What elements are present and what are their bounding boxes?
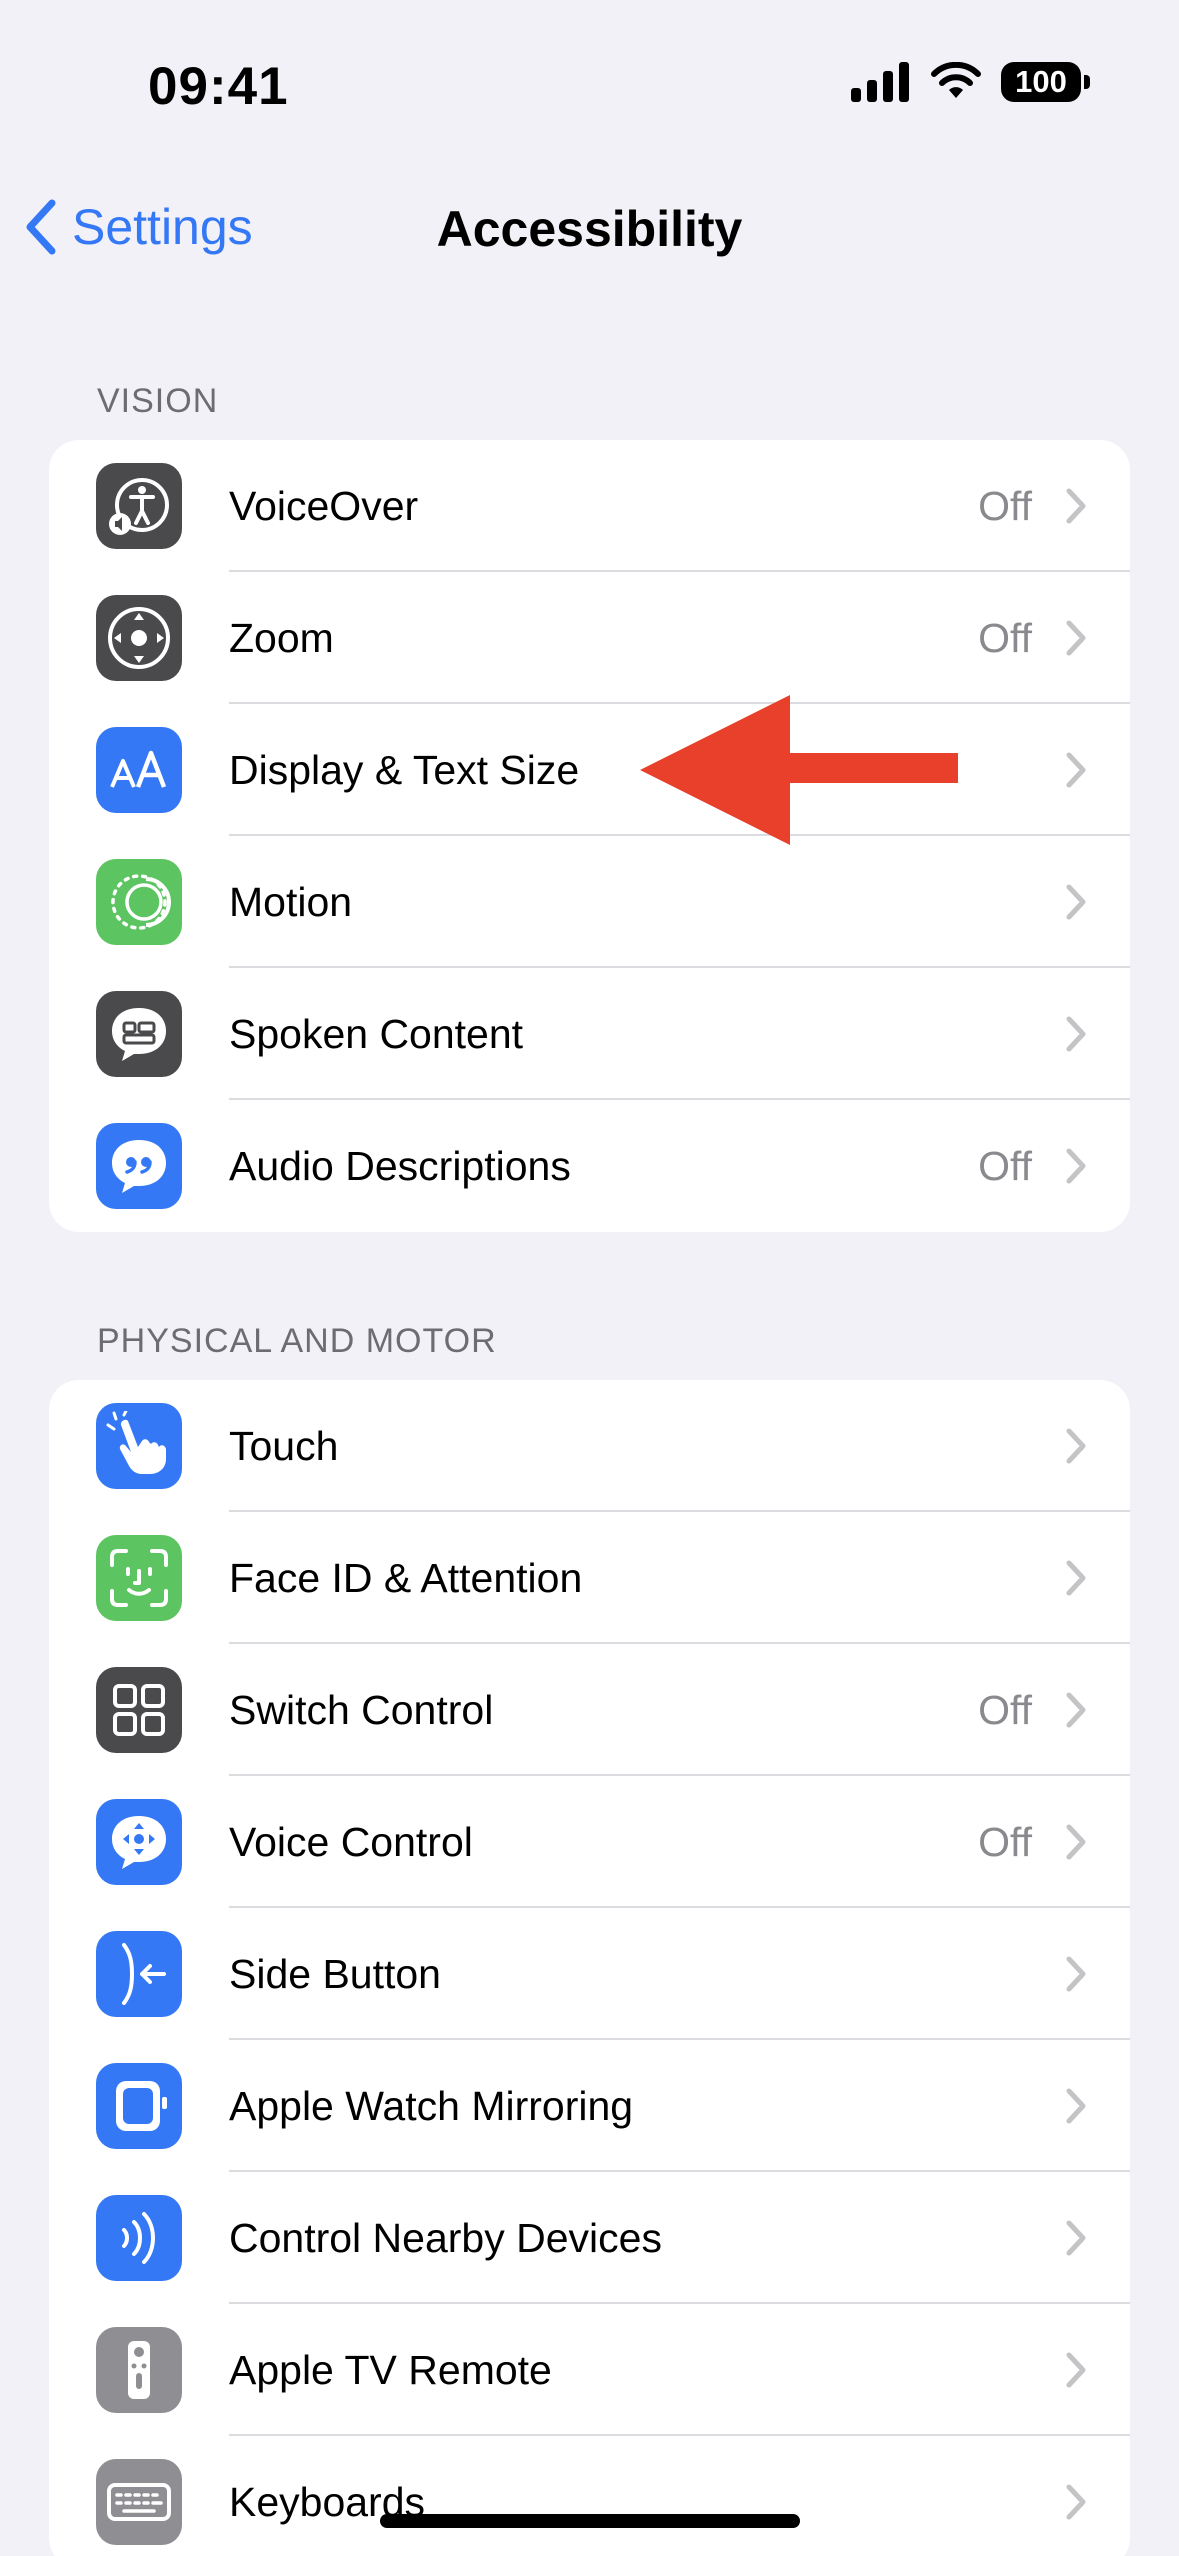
motion-icon xyxy=(96,859,182,945)
side-button-icon xyxy=(96,1931,182,2017)
status-time: 09:41 xyxy=(148,57,289,116)
battery-level: 100 xyxy=(1015,64,1067,99)
settings-row-label: Voice Control xyxy=(229,1818,473,1865)
cellular-signal-icon xyxy=(851,62,909,102)
chevron-right-icon xyxy=(1066,1428,1086,1464)
voiceover-icon xyxy=(96,463,182,549)
chevron-right-icon xyxy=(1066,1016,1086,1052)
settings-row-label: Apple Watch Mirroring xyxy=(229,2082,634,2129)
chevron-right-icon xyxy=(1066,2088,1086,2124)
settings-row-apple-tv-remote[interactable]: Apple TV Remote xyxy=(49,2304,1130,2436)
chevron-right-icon xyxy=(1066,884,1086,920)
chevron-right-icon xyxy=(1066,752,1086,788)
settings-row-label: Audio Descriptions xyxy=(229,1142,571,1189)
battery-indicator: 100 xyxy=(1001,62,1090,102)
chevron-right-icon xyxy=(1066,1560,1086,1596)
section-header-vision: VISION xyxy=(97,382,219,420)
chevron-right-icon xyxy=(1066,488,1086,524)
settings-row-control-nearby-devices[interactable]: Control Nearby Devices xyxy=(49,2172,1130,2304)
spoken-content-icon xyxy=(96,991,182,1077)
chevron-right-icon xyxy=(1066,2352,1086,2388)
audio-descriptions-icon xyxy=(96,1123,182,1209)
settings-row-value: Off xyxy=(978,1818,1032,1865)
chevron-right-icon xyxy=(1066,620,1086,656)
settings-row-value: Off xyxy=(978,1142,1032,1189)
section-header-physical-motor: PHYSICAL AND MOTOR xyxy=(97,1322,497,1360)
chevron-right-icon xyxy=(1066,2220,1086,2256)
annotation-arrow xyxy=(640,695,958,845)
settings-row-label: Side Button xyxy=(229,1950,441,1997)
chevron-right-icon xyxy=(1066,2484,1086,2520)
settings-row-voiceover[interactable]: VoiceOver Off xyxy=(49,440,1130,572)
home-indicator[interactable] xyxy=(380,2514,800,2528)
settings-row-motion[interactable]: Motion xyxy=(49,836,1130,968)
chevron-right-icon xyxy=(1066,1956,1086,1992)
settings-row-label: Apple TV Remote xyxy=(229,2346,552,2393)
settings-row-zoom[interactable]: Zoom Off xyxy=(49,572,1130,704)
tv-remote-icon xyxy=(96,2327,182,2413)
status-icons: 100 xyxy=(851,62,1090,102)
settings-row-switch-control[interactable]: Switch Control Off xyxy=(49,1644,1130,1776)
settings-row-keyboards[interactable]: Keyboards xyxy=(49,2436,1130,2556)
chevron-right-icon xyxy=(1066,1148,1086,1184)
touch-icon xyxy=(96,1403,182,1489)
settings-group-vision: VoiceOver Off Zoom Off Display & Text Si… xyxy=(49,440,1130,1232)
settings-row-side-button[interactable]: Side Button xyxy=(49,1908,1130,2040)
settings-group-physical-motor: Touch Face ID & Attention Switch Control… xyxy=(49,1380,1130,2556)
navigation-bar: Settings Accessibility xyxy=(0,180,1179,280)
apple-watch-icon xyxy=(96,2063,182,2149)
nearby-devices-icon xyxy=(96,2195,182,2281)
settings-row-label: VoiceOver xyxy=(229,482,419,529)
status-bar: 09:41 100 xyxy=(0,0,1179,170)
settings-row-face-id[interactable]: Face ID & Attention xyxy=(49,1512,1130,1644)
face-id-icon xyxy=(96,1535,182,1621)
settings-row-voice-control[interactable]: Voice Control Off xyxy=(49,1776,1130,1908)
settings-row-display-text-size[interactable]: Display & Text Size xyxy=(49,704,1130,836)
settings-row-label: Switch Control xyxy=(229,1686,494,1733)
settings-row-value: Off xyxy=(978,482,1032,529)
settings-row-value: Off xyxy=(978,1686,1032,1733)
screen: 09:41 100 Settings Accessibility VISION … xyxy=(0,0,1179,2556)
settings-row-touch[interactable]: Touch xyxy=(49,1380,1130,1512)
page-title: Accessibility xyxy=(436,201,743,257)
settings-row-apple-watch-mirroring[interactable]: Apple Watch Mirroring xyxy=(49,2040,1130,2172)
chevron-right-icon xyxy=(1066,1692,1086,1728)
settings-row-value: Off xyxy=(978,614,1032,661)
chevron-right-icon xyxy=(1066,1824,1086,1860)
settings-row-spoken-content[interactable]: Spoken Content xyxy=(49,968,1130,1100)
settings-row-label: Control Nearby Devices xyxy=(229,2214,662,2261)
settings-row-label: Motion xyxy=(229,878,353,925)
settings-row-label: Spoken Content xyxy=(229,1010,524,1057)
wifi-icon xyxy=(931,62,981,98)
keyboard-icon xyxy=(96,2459,182,2545)
settings-row-label: Zoom xyxy=(229,614,334,661)
zoom-icon xyxy=(96,595,182,681)
settings-row-label: Face ID & Attention xyxy=(229,1554,583,1601)
voice-control-icon xyxy=(96,1799,182,1885)
settings-row-audio-descriptions[interactable]: Audio Descriptions Off xyxy=(49,1100,1130,1232)
settings-row-label: Display & Text Size xyxy=(229,746,580,793)
text-size-icon xyxy=(96,727,182,813)
settings-row-label: Touch xyxy=(229,1422,339,1469)
switch-control-icon xyxy=(96,1667,182,1753)
